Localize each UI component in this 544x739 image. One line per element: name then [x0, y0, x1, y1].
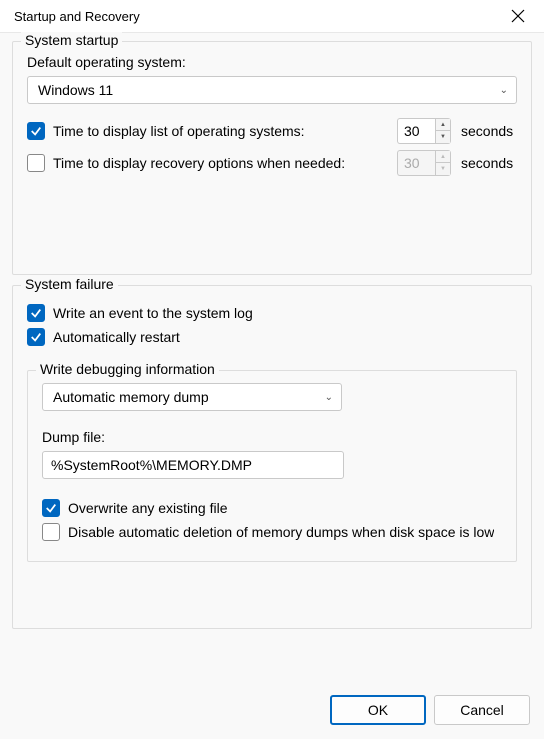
seconds-label: seconds [461, 155, 517, 171]
default-os-label: Default operating system: [27, 54, 517, 70]
dialog-body: System startup Default operating system:… [0, 32, 544, 739]
write-debug-group: Write debugging information Automatic me… [27, 370, 517, 562]
overwrite-label[interactable]: Overwrite any existing file [68, 500, 228, 516]
spin-down-button: ▼ [436, 163, 450, 175]
system-failure-group: System failure Write an event to the sys… [12, 285, 532, 629]
time-recovery-spin-buttons: ▲ ▼ [435, 150, 451, 176]
check-icon [30, 331, 42, 343]
time-os-list-row: Time to display list of operating system… [27, 118, 517, 144]
title-bar: Startup and Recovery [0, 0, 544, 32]
chevron-down-icon: ⌄ [325, 392, 333, 403]
write-event-row: Write an event to the system log [27, 304, 517, 322]
default-os-select[interactable]: Windows 11 ⌄ [27, 76, 517, 104]
spin-up-button[interactable]: ▲ [436, 119, 450, 131]
default-os-value: Windows 11 [38, 82, 113, 98]
write-event-checkbox[interactable] [27, 304, 45, 322]
time-recovery-row: Time to display recovery options when ne… [27, 150, 517, 176]
auto-restart-row: Automatically restart [27, 328, 517, 346]
time-os-list-input[interactable] [397, 118, 435, 144]
auto-restart-label[interactable]: Automatically restart [53, 329, 180, 345]
dump-file-label: Dump file: [42, 429, 502, 445]
time-os-list-spin-buttons: ▲ ▼ [435, 118, 451, 144]
dump-type-value: Automatic memory dump [53, 389, 209, 405]
close-icon [511, 9, 525, 23]
close-button[interactable] [496, 2, 540, 30]
chevron-down-icon: ⌄ [500, 85, 508, 96]
write-event-label[interactable]: Write an event to the system log [53, 305, 253, 321]
seconds-label: seconds [461, 123, 517, 139]
check-icon [45, 502, 57, 514]
time-os-list-checkbox[interactable] [27, 122, 45, 140]
system-failure-title: System failure [21, 276, 118, 292]
auto-restart-checkbox[interactable] [27, 328, 45, 346]
button-row: OK Cancel [14, 695, 530, 725]
disable-auto-delete-row: Disable automatic deletion of memory dum… [42, 523, 502, 541]
disable-auto-delete-checkbox[interactable] [42, 523, 60, 541]
time-os-list-label[interactable]: Time to display list of operating system… [53, 123, 389, 139]
time-recovery-input [397, 150, 435, 176]
window-title: Startup and Recovery [14, 9, 140, 24]
overwrite-row: Overwrite any existing file [42, 499, 502, 517]
check-icon [30, 307, 42, 319]
spin-up-button: ▲ [436, 151, 450, 163]
time-os-list-spinner: ▲ ▼ [397, 118, 451, 144]
ok-button[interactable]: OK [330, 695, 426, 725]
disable-auto-delete-label[interactable]: Disable automatic deletion of memory dum… [68, 524, 494, 540]
system-startup-group: System startup Default operating system:… [12, 41, 532, 275]
dump-type-select[interactable]: Automatic memory dump ⌄ [42, 383, 342, 411]
time-recovery-checkbox[interactable] [27, 154, 45, 172]
time-recovery-spinner: ▲ ▼ [397, 150, 451, 176]
check-icon [30, 125, 42, 137]
system-startup-title: System startup [21, 32, 122, 48]
spin-down-button[interactable]: ▼ [436, 131, 450, 143]
time-recovery-label[interactable]: Time to display recovery options when ne… [53, 155, 389, 171]
write-debug-title: Write debugging information [36, 361, 219, 377]
overwrite-checkbox[interactable] [42, 499, 60, 517]
cancel-button[interactable]: Cancel [434, 695, 530, 725]
dump-file-input[interactable] [42, 451, 344, 479]
